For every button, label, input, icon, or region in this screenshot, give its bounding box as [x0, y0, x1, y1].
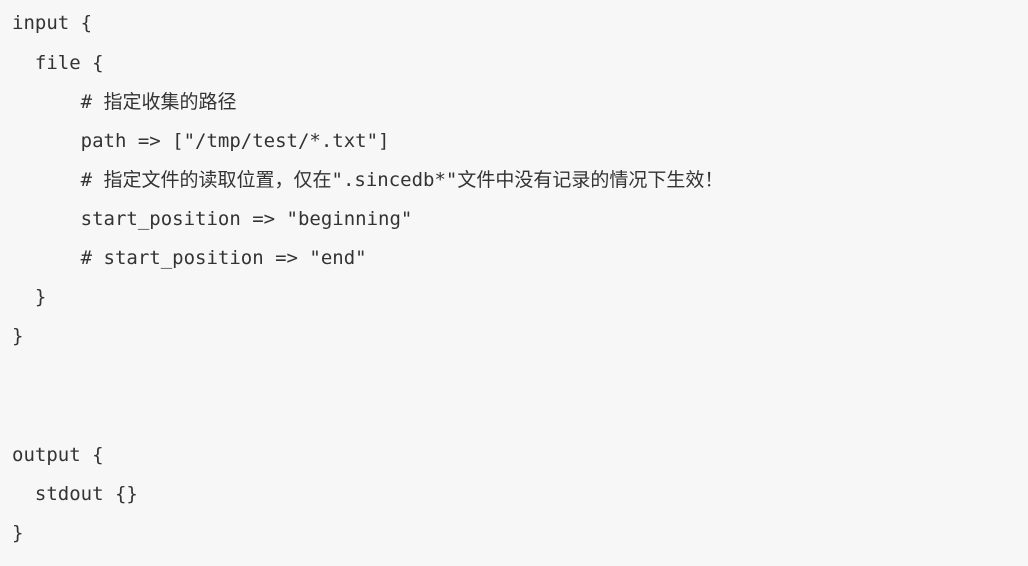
code-line: } [12, 325, 24, 347]
code-line: } [12, 522, 24, 544]
code-line: path => ["/tmp/test/*.txt"] [12, 130, 390, 152]
code-line: file { [12, 52, 104, 74]
code-line: start_position => "beginning" [12, 208, 413, 230]
code-comment: # 指定文件的读取位置，仅在".sincedb*"文件中没有记录的情况下生效！ [12, 169, 724, 191]
code-line: } [12, 286, 47, 308]
code-line: output { [12, 444, 104, 466]
code-line: stdout {} [12, 483, 138, 505]
code-block: input { file { # 指定收集的路径 path => ["/tmp/… [0, 0, 1028, 566]
code-comment: # start_position => "end" [12, 247, 367, 269]
code-line: input { [12, 12, 93, 34]
code-comment: # 指定收集的路径 [12, 91, 237, 113]
